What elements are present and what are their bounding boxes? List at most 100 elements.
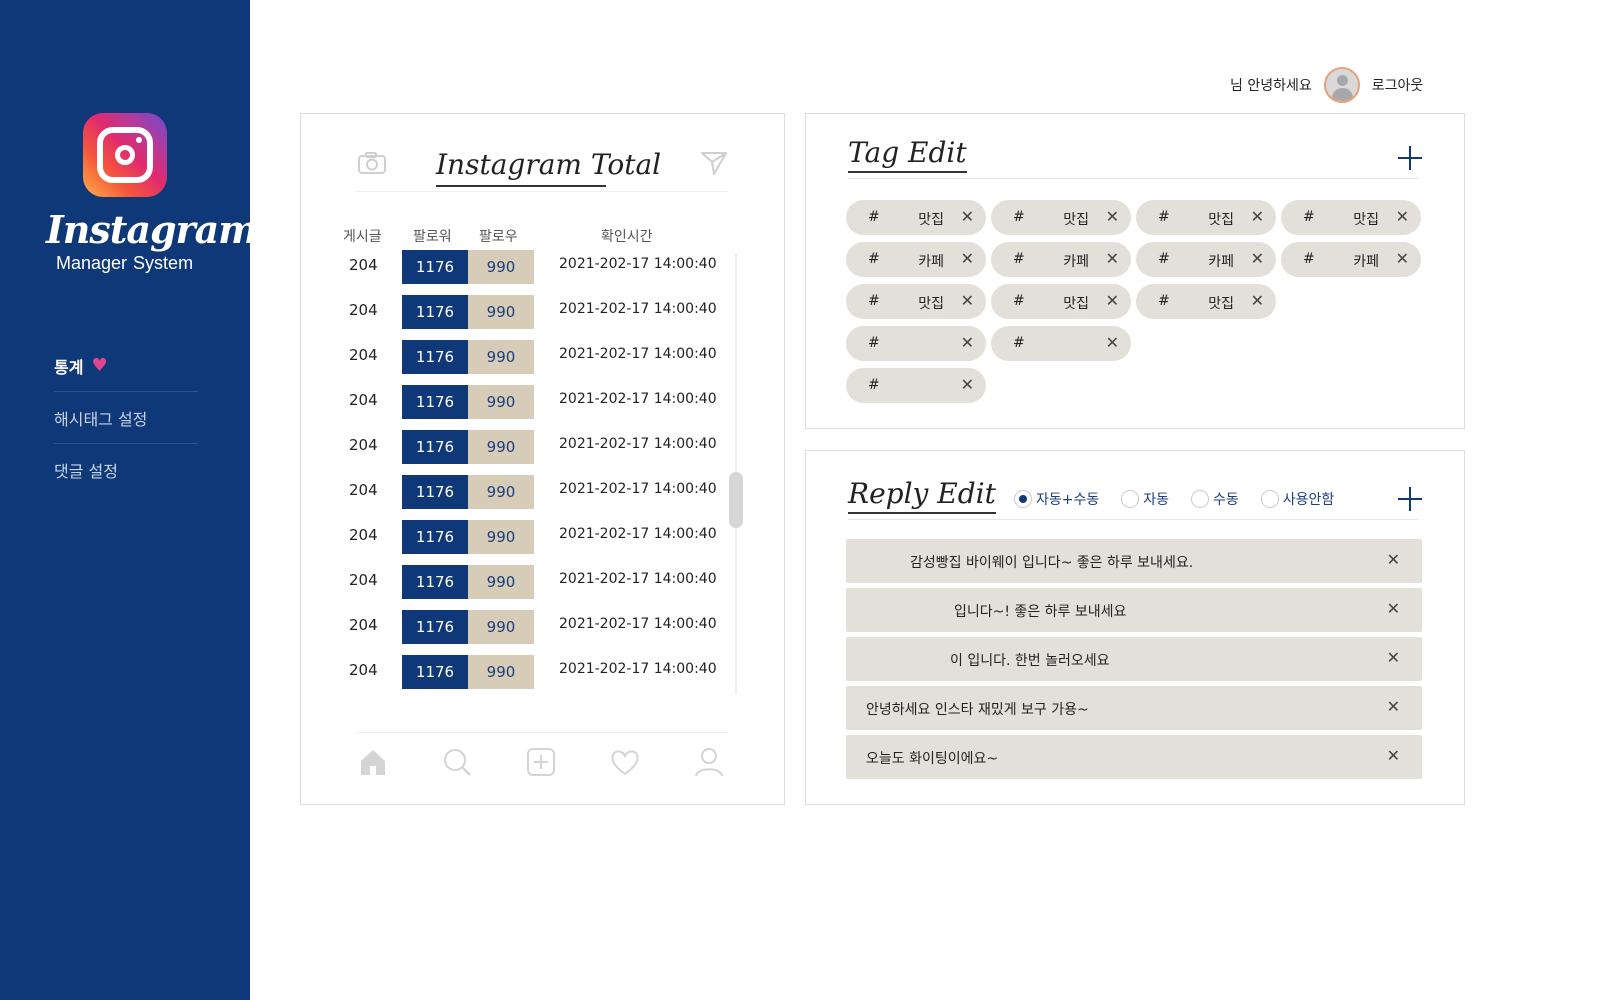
sidebar-item-stats[interactable]: 통계 ♥ (54, 340, 198, 392)
cell-time: 2021-202-17 14:00:40 (559, 391, 717, 407)
radio-manual[interactable]: 수동 (1191, 489, 1239, 509)
heart-icon: ♥ (91, 355, 108, 376)
heart-outline-icon[interactable] (610, 747, 640, 777)
camera-icon[interactable] (358, 152, 386, 174)
table-row: 204 1176 990 2021-202-17 14:00:40 (337, 383, 727, 419)
reply-item[interactable]: 감성빵집 바이웨이 입니다~ 좋은 하루 보내세요. ✕ (846, 539, 1422, 583)
close-icon[interactable]: ✕ (961, 207, 974, 226)
tag-chip[interactable]: # 맛집 ✕ (846, 284, 986, 319)
close-icon[interactable]: ✕ (1106, 207, 1119, 226)
add-reply-button[interactable] (1396, 485, 1424, 513)
send-icon[interactable] (700, 150, 728, 176)
tag-chip[interactable]: # 맛집 ✕ (991, 200, 1131, 235)
tag-chip[interactable]: # 카페 ✕ (991, 242, 1131, 277)
cell-following: 990 (468, 295, 534, 329)
total-header: Instagram Total (356, 142, 728, 192)
close-icon[interactable]: ✕ (1396, 249, 1409, 268)
cell-posts: 204 (349, 616, 378, 634)
close-icon[interactable]: ✕ (1251, 291, 1264, 310)
table-row: 204 1176 990 2021-202-17 14:00:40 (337, 608, 727, 644)
close-icon[interactable]: ✕ (1387, 599, 1400, 618)
radio-auto-manual[interactable]: 자동+수동 (1014, 489, 1099, 509)
cell-time: 2021-202-17 14:00:40 (559, 661, 717, 677)
reply-item[interactable]: 입니다~! 좋은 하루 보내세요 ✕ (846, 588, 1422, 632)
reply-item[interactable]: 이 입니다. 한번 놀러오세요 ✕ (846, 637, 1422, 681)
cell-posts: 204 (349, 436, 378, 454)
close-icon[interactable]: ✕ (1251, 249, 1264, 268)
close-icon[interactable]: ✕ (1387, 746, 1400, 765)
table-row: 204 1176 990 2021-202-17 14:00:40 (337, 428, 727, 464)
header-time: 확인시간 (601, 229, 653, 245)
close-icon[interactable]: ✕ (1387, 648, 1400, 667)
close-icon[interactable]: ✕ (961, 333, 974, 352)
cell-following: 990 (468, 475, 534, 509)
cell-following: 990 (468, 250, 534, 284)
close-icon[interactable]: ✕ (961, 249, 974, 268)
avatar[interactable] (1323, 67, 1360, 103)
close-icon[interactable]: ✕ (1387, 697, 1400, 716)
home-icon[interactable] (358, 747, 388, 777)
profile-icon[interactable] (694, 747, 724, 777)
tag-chip[interactable]: # 카페 ✕ (846, 242, 986, 277)
cell-posts: 204 (349, 346, 378, 364)
sidebar-item-label: 해시태그 설정 (54, 409, 148, 429)
close-icon[interactable]: ✕ (1106, 291, 1119, 310)
tag-chip[interactable]: # ✕ (991, 326, 1131, 361)
sidebar-item-label: 댓글 설정 (54, 462, 118, 481)
tag-chip[interactable]: # ✕ (846, 368, 986, 403)
close-icon[interactable]: ✕ (1251, 207, 1264, 226)
cell-time: 2021-202-17 14:00:40 (559, 301, 717, 317)
table-row: 204 1176 990 2021-202-17 14:00:40 (337, 248, 727, 284)
cell-following: 990 (468, 565, 534, 599)
divider (848, 178, 1418, 179)
add-tag-button[interactable] (1396, 144, 1424, 172)
cell-time: 2021-202-17 14:00:40 (559, 526, 717, 542)
radio-auto[interactable]: 자동 (1121, 489, 1169, 509)
close-icon[interactable]: ✕ (1387, 550, 1400, 569)
reply-text: 입니다~! 좋은 하루 보내세요 (954, 604, 1127, 620)
cell-followers: 1176 (402, 295, 468, 329)
reply-item[interactable]: 오늘도 화이팅이에요~ ✕ (846, 735, 1422, 779)
tag-chip[interactable]: # 맛집 ✕ (1136, 284, 1276, 319)
cell-posts: 204 (349, 481, 378, 499)
cell-followers: 1176 (402, 340, 468, 374)
scrollbar-thumb[interactable] (729, 472, 743, 528)
reply-edit-card: Reply Edit 자동+수동 자동 수동 사용안함 감성빵집 바이웨이 입니… (805, 450, 1465, 805)
header-posts: 게시글 (343, 229, 382, 245)
reply-item[interactable]: 안녕하세요 인스타 재밌게 보구 가용~ ✕ (846, 686, 1422, 730)
add-post-icon[interactable] (526, 747, 556, 777)
tag-chip[interactable]: # 카페 ✕ (1281, 242, 1421, 277)
tag-chip[interactable]: # 맛집 ✕ (1281, 200, 1421, 235)
reply-edit-title: Reply Edit (848, 477, 996, 514)
close-icon[interactable]: ✕ (1106, 249, 1119, 268)
tag-chip[interactable]: # 맛집 ✕ (1136, 200, 1276, 235)
tag-chip[interactable]: # ✕ (846, 326, 986, 361)
table-row: 204 1176 990 2021-202-17 14:00:40 (337, 473, 727, 509)
sidebar-item-comment-settings[interactable]: 댓글 설정 (54, 444, 198, 496)
tag-chip[interactable]: # 맛집 ✕ (846, 200, 986, 235)
tag-chip[interactable]: # 맛집 ✕ (991, 284, 1131, 319)
logout-link[interactable]: 로그아웃 (1372, 75, 1424, 95)
radio-disabled[interactable]: 사용안함 (1260, 489, 1334, 509)
search-icon[interactable] (442, 747, 472, 777)
cell-followers: 1176 (402, 475, 468, 509)
user-bar: 님 안녕하세요 로그아웃 (1230, 67, 1423, 103)
reply-text: 안녕하세요 인스타 재밌게 보구 가용~ (866, 702, 1089, 718)
close-icon[interactable]: ✕ (1106, 333, 1119, 352)
sidebar: Instagram Manager System 통계 ♥ 해시태그 설정 댓글 … (0, 0, 258, 1000)
cell-followers: 1176 (402, 655, 468, 689)
close-icon[interactable]: ✕ (961, 375, 974, 394)
total-title: Instagram Total (436, 148, 661, 187)
sidebar-item-hashtag-settings[interactable]: 해시태그 설정 (54, 392, 198, 444)
cell-posts: 204 (349, 256, 378, 274)
tag-chip[interactable]: # 카페 ✕ (1136, 242, 1276, 277)
close-icon[interactable]: ✕ (961, 291, 974, 310)
cell-following: 990 (468, 340, 534, 374)
header-followers: 팔로워 (413, 229, 452, 245)
sidebar-item-label: 통계 (54, 357, 84, 377)
cell-posts: 204 (349, 301, 378, 319)
instagram-total-card: Instagram Total 게시글 팔로워 팔로우 확인시간 204 117… (300, 113, 785, 805)
reply-text: 감성빵집 바이웨이 입니다~ 좋은 하루 보내세요. (910, 555, 1194, 571)
close-icon[interactable]: ✕ (1396, 207, 1409, 226)
cell-followers: 1176 (402, 610, 468, 644)
